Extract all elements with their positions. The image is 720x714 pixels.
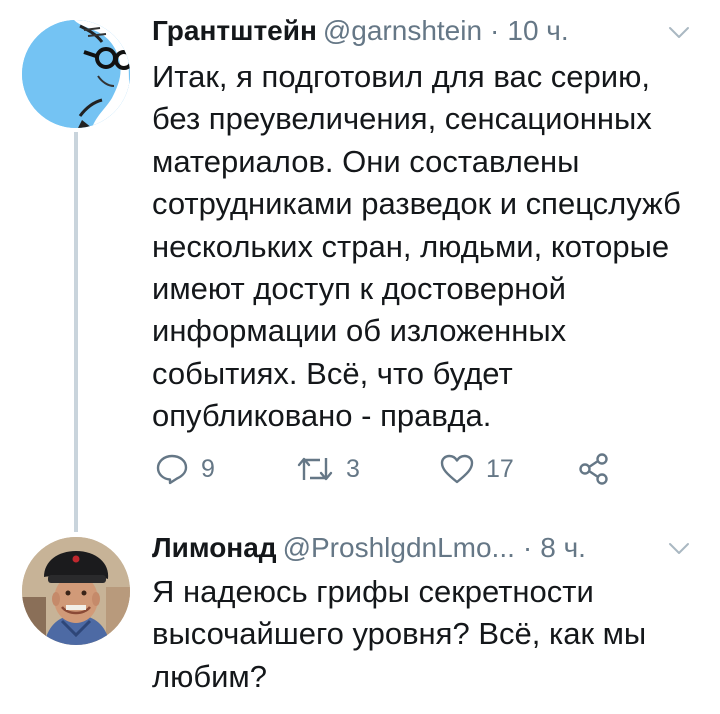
share-icon [579, 453, 608, 485]
tweet[interactable]: Грантштейн @garnshtein · 10 ч. Итак, я подг… [0, 0, 720, 510]
avatar-illustration [22, 20, 130, 128]
tweet-text: Я надеюсь грифы секретности высочайшего … [152, 574, 647, 694]
timestamp[interactable]: 10 ч. [507, 15, 568, 46]
separator-dot: · [490, 15, 500, 46]
tweet-actions: 9 3 17 [0, 444, 720, 494]
avatar[interactable] [22, 537, 130, 645]
retweet-icon [297, 457, 333, 481]
tweet-header: Лимонад @ProshlgdnLmo... · 8 ч. [152, 531, 586, 565]
avatar[interactable] [22, 20, 130, 128]
retweet-button[interactable]: 3 [296, 444, 360, 494]
retweet-count: 3 [346, 454, 360, 483]
reply-icon [156, 454, 188, 485]
avatar-photo [22, 537, 130, 645]
like-count: 17 [486, 454, 514, 483]
chevron-down-icon[interactable] [668, 542, 690, 556]
display-name[interactable]: Грантштейн [152, 15, 317, 46]
reply-button[interactable]: 9 [155, 444, 215, 494]
tweet-thread: Грантштейн @garnshtein · 10 ч. Итак, я подг… [0, 0, 720, 714]
like-button[interactable]: 17 [440, 444, 514, 494]
tweet[interactable]: Лимонад @ProshlgdnLmo... · 8 ч. Я надеюсь г… [0, 510, 720, 714]
tweet-header: Грантштейн @garnshtein · 10 ч. [152, 14, 569, 48]
tweet-text: Итак, я подготовил для вас серию, без пр… [152, 59, 681, 434]
share-button[interactable] [578, 444, 610, 494]
separator-dot: · [522, 532, 533, 563]
user-handle[interactable]: @garnshtein [323, 15, 482, 46]
chevron-down-icon[interactable] [668, 26, 690, 40]
timestamp[interactable]: 8 ч. [540, 532, 586, 563]
user-handle[interactable]: @ProshlgdnLmo... [283, 532, 515, 563]
heart-icon [440, 454, 474, 484]
display-name[interactable]: Лимонад [152, 532, 277, 563]
reply-count: 9 [201, 454, 215, 483]
